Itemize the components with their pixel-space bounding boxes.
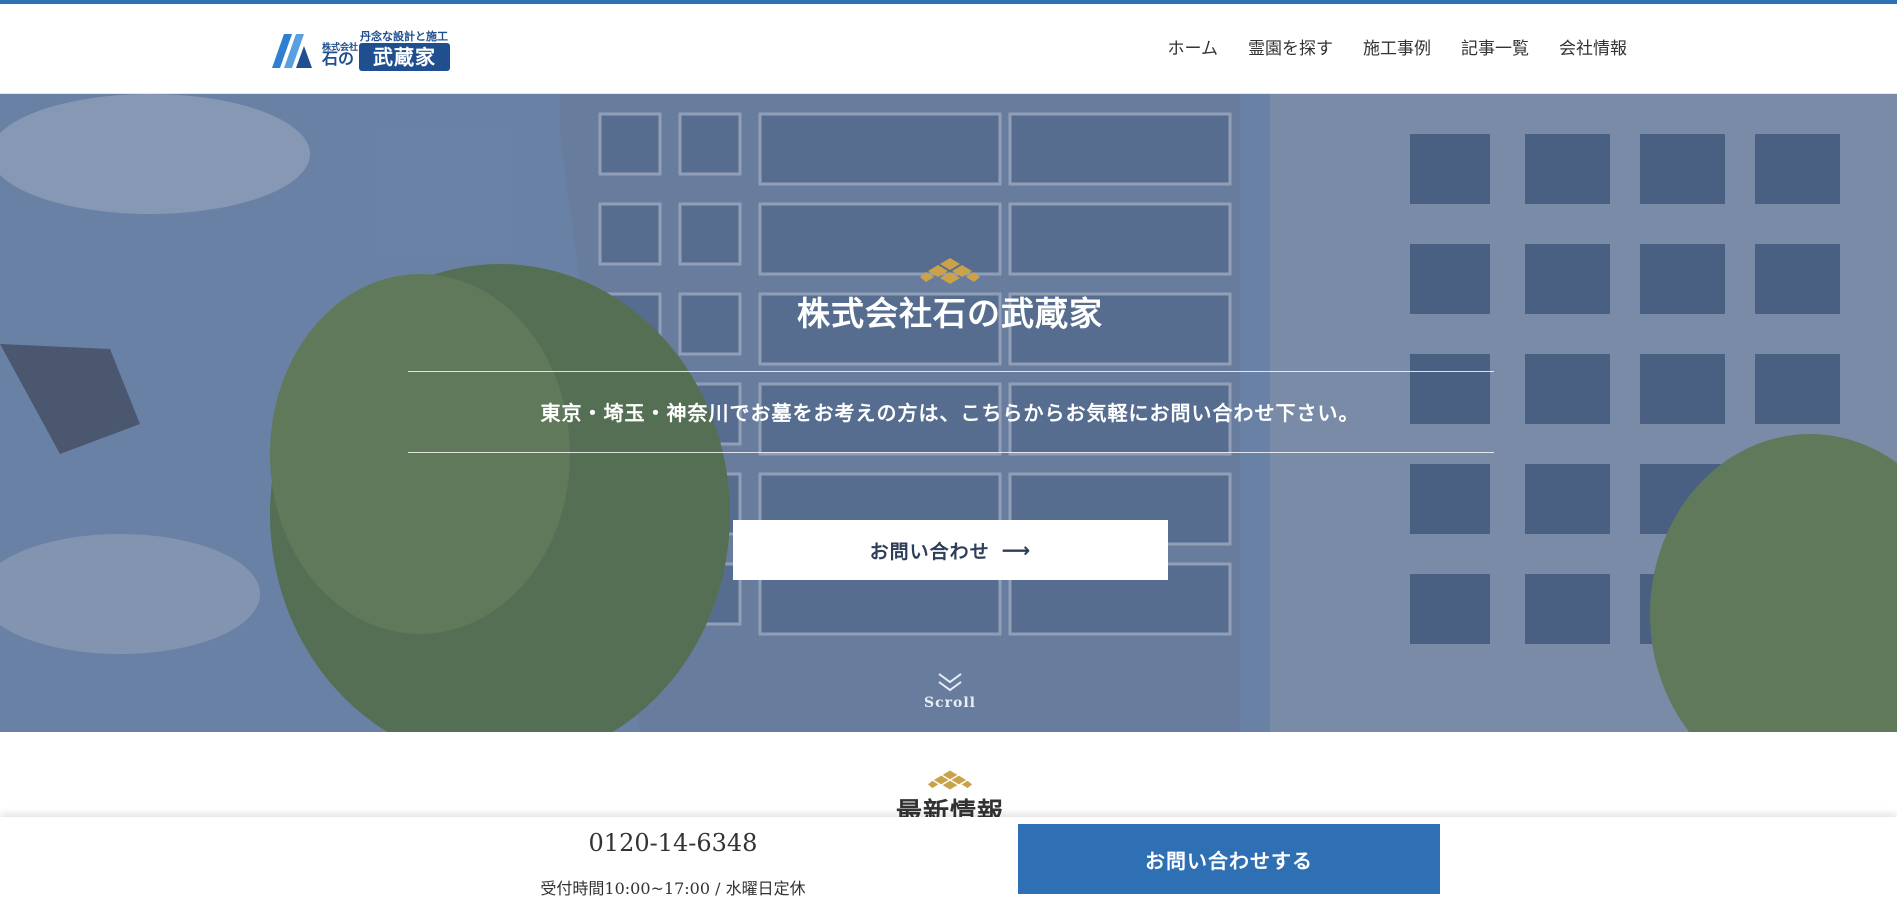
logo-tagline: 丹念な設計と施工 <box>360 30 448 43</box>
nav-item-cemetery-search[interactable]: 霊園を探す <box>1248 34 1333 59</box>
business-hours: 受付時間10:00~17:00 / 水曜日定休 <box>540 879 806 898</box>
arrow-right-icon: ⟶ <box>1001 538 1032 562</box>
gold-emblem-icon <box>928 770 972 790</box>
footer-contact-button[interactable]: お問い合わせする <box>1018 824 1440 894</box>
gold-emblem-icon <box>920 258 980 284</box>
hero-contact-button[interactable]: お問い合わせ ⟶ <box>733 520 1168 580</box>
logo-name-part1: 石の <box>322 49 355 68</box>
phone-number-link[interactable]: 0120-14-6348 <box>533 829 813 857</box>
hero-title: 株式会社石の武蔵家 <box>797 294 1103 333</box>
nav-item-home[interactable]: ホーム <box>1168 34 1219 59</box>
logo-name-part2: 武蔵家 <box>359 43 450 71</box>
nav-item-construction-cases[interactable]: 施工事例 <box>1363 34 1431 59</box>
logo-mark-icon <box>272 34 312 68</box>
site-logo[interactable]: 丹念な設計と施工 株式会社 石の 武蔵家 <box>272 26 452 74</box>
main-nav: ホーム 霊園を探す 施工事例 記事一覧 会社情報 <box>1138 34 1628 59</box>
double-chevron-down-icon[interactable] <box>937 672 963 694</box>
fixed-contact-bar: 0120-14-6348 受付時間10:00~17:00 / 水曜日定休 お問い… <box>0 817 1897 910</box>
hero-contact-button-label: お問い合わせ <box>869 540 990 563</box>
hero-divider-bottom <box>408 452 1494 453</box>
hero-section: 株式会社石の武蔵家 東京・埼玉・神奈川でお墓をお考えの方は、こちらからお気軽にお… <box>0 94 1897 732</box>
hero-divider-top <box>408 371 1494 372</box>
site-header: 丹念な設計と施工 株式会社 石の 武蔵家 ホーム 霊園を探す 施工事例 記事一覧… <box>0 4 1897 94</box>
scroll-label[interactable]: Scroll <box>0 695 1897 711</box>
nav-item-company-info[interactable]: 会社情報 <box>1559 34 1627 59</box>
hero-content: 株式会社石の武蔵家 東京・埼玉・神奈川でお墓をお考えの方は、こちらからお気軽にお… <box>0 94 1897 732</box>
hero-subtitle: 東京・埼玉・神奈川でお墓をお考えの方は、こちらからお気軽にお問い合わせ下さい。 <box>540 401 1360 425</box>
nav-item-articles[interactable]: 記事一覧 <box>1461 34 1529 59</box>
